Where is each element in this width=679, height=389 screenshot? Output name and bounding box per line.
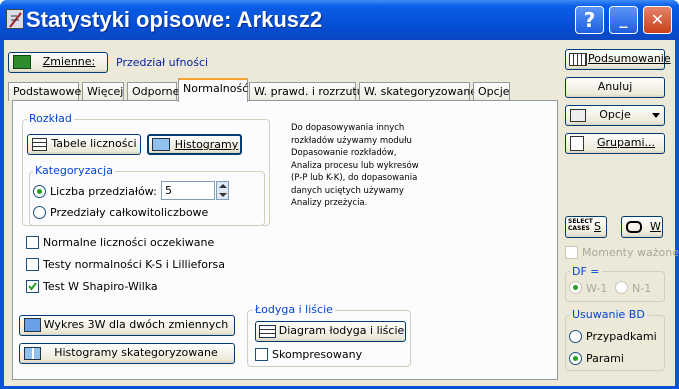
spinner-down-icon[interactable]	[219, 193, 227, 197]
testy-ks-label: Testy normalności K-S i Lillieforsa	[43, 258, 226, 271]
group-icon	[570, 136, 584, 151]
window: Statystyki opisowe: Arkusz2 ? _ ✕ Zmienn…	[0, 0, 679, 389]
variables-button[interactable]: Zmienne:	[8, 52, 108, 73]
grupami-button[interactable]: Grupami...	[565, 133, 665, 154]
df-title: DF =	[570, 265, 602, 278]
title-bar[interactable]: Statystyki opisowe: Arkusz2 ? _ ✕	[0, 0, 679, 40]
skompresowany-check[interactable]	[255, 348, 268, 361]
tab-odporne[interactable]: Odporne	[127, 82, 179, 101]
tabele-licznosci-button[interactable]: Tabele liczności	[27, 134, 141, 155]
diagram-lodyga-button[interactable]: Diagram łodyga i liście	[255, 321, 406, 342]
dropdown-arrow-icon	[652, 113, 660, 118]
lodyga-title: Łodyga i liście	[253, 303, 335, 316]
kategoryzacja-title: Kategoryzacja	[33, 164, 115, 177]
df-w1-radio[interactable]	[569, 281, 582, 294]
tab-normalnosc[interactable]: Normalność	[178, 78, 248, 102]
select-cases-button[interactable]: SELECT CASES S	[565, 216, 607, 238]
skompresowany-label: Skompresowany	[272, 348, 363, 361]
stem-leaf-icon	[259, 325, 276, 338]
parami-label: Parami	[586, 352, 624, 365]
przedzialy-calkowite-label: Przedziały całkowitoliczbowe	[50, 206, 209, 219]
df-n1-radio[interactable]	[615, 281, 628, 294]
df-n1-label: N-1	[632, 282, 652, 295]
minimize-button[interactable]: _	[609, 6, 638, 34]
anuluj-button[interactable]: Anuluj	[565, 77, 665, 98]
shapiro-wilk-check[interactable]	[26, 280, 39, 293]
histogramy-skat-button[interactable]: Histogramy skategoryzowane	[19, 343, 235, 364]
podsumowanie-button[interactable]: Podsumowanie	[565, 49, 671, 70]
parami-radio[interactable]	[569, 352, 582, 365]
wykres-3w-button[interactable]: Wykres 3W dla dwóch zmiennych	[19, 315, 235, 336]
table-icon	[32, 138, 47, 151]
wykres-3w-icon	[24, 318, 41, 332]
selected-variables: Przedział ufności	[116, 56, 209, 69]
histogramy-skat-icon	[24, 347, 41, 360]
histogramy-button[interactable]: Histogramy	[147, 134, 242, 155]
description-text: Do dopasowywania innych rozkładów używam…	[291, 123, 419, 208]
normalne-licznosci-check[interactable]	[26, 236, 39, 249]
liczba-spinner[interactable]	[216, 181, 229, 200]
help-button[interactable]: ?	[575, 6, 604, 34]
weight-button[interactable]: W	[621, 216, 663, 238]
app-icon	[6, 9, 24, 29]
usuwanie-title: Usuwanie BD	[570, 308, 647, 321]
spinner-up-icon[interactable]	[219, 184, 227, 188]
przypadkami-label: Przypadkami	[586, 330, 657, 343]
check-mark-icon	[28, 282, 37, 291]
normality-panel: Rozkład Tabele liczności Histogramy Kate…	[12, 100, 558, 380]
variables-icon	[13, 55, 31, 69]
rozklad-title: Rozkład	[27, 112, 74, 125]
shapiro-wilk-label: Test W Shapiro-Wilka	[43, 280, 158, 293]
select-cases-icon: SELECT CASES	[568, 218, 593, 232]
close-button[interactable]: ✕	[643, 6, 672, 34]
histogram-icon	[152, 138, 170, 151]
tab-opcje[interactable]: Opcje	[473, 82, 510, 101]
summary-icon	[569, 53, 587, 66]
przedzialy-calkowite-radio[interactable]	[33, 206, 46, 219]
opcje-dropdown[interactable]: Opcje	[565, 105, 665, 126]
tab-wiecej[interactable]: Więcej	[82, 82, 124, 101]
tab-prawd-rozrzutu[interactable]: W. prawd. i rozrzutu	[249, 82, 364, 101]
options-icon	[570, 109, 586, 122]
weight-icon	[626, 221, 642, 233]
window-title: Statystyki opisowe: Arkusz2	[26, 7, 323, 32]
tab-skategoryzowane[interactable]: W. skategoryzowane	[359, 82, 477, 101]
tab-podstawowe[interactable]: Podstawowe	[8, 82, 81, 101]
normalne-licznosci-label: Normalne liczności oczekiwane	[43, 236, 215, 249]
liczba-przedzialow-input[interactable]: 5	[161, 181, 215, 200]
dialog-client: Zmienne: Przedział ufności Podstawowe Wi…	[4, 40, 679, 386]
liczba-przedzialow-label: Liczba przedziałów:	[50, 185, 157, 198]
testy-ks-check[interactable]	[26, 258, 39, 271]
liczba-przedzialow-radio[interactable]	[33, 185, 46, 198]
momenty-wazone-label: Momenty ważone	[582, 246, 679, 259]
momenty-wazone-check[interactable]	[565, 246, 578, 259]
df-w1-label: W-1	[586, 282, 608, 295]
przypadkami-radio[interactable]	[569, 330, 582, 343]
